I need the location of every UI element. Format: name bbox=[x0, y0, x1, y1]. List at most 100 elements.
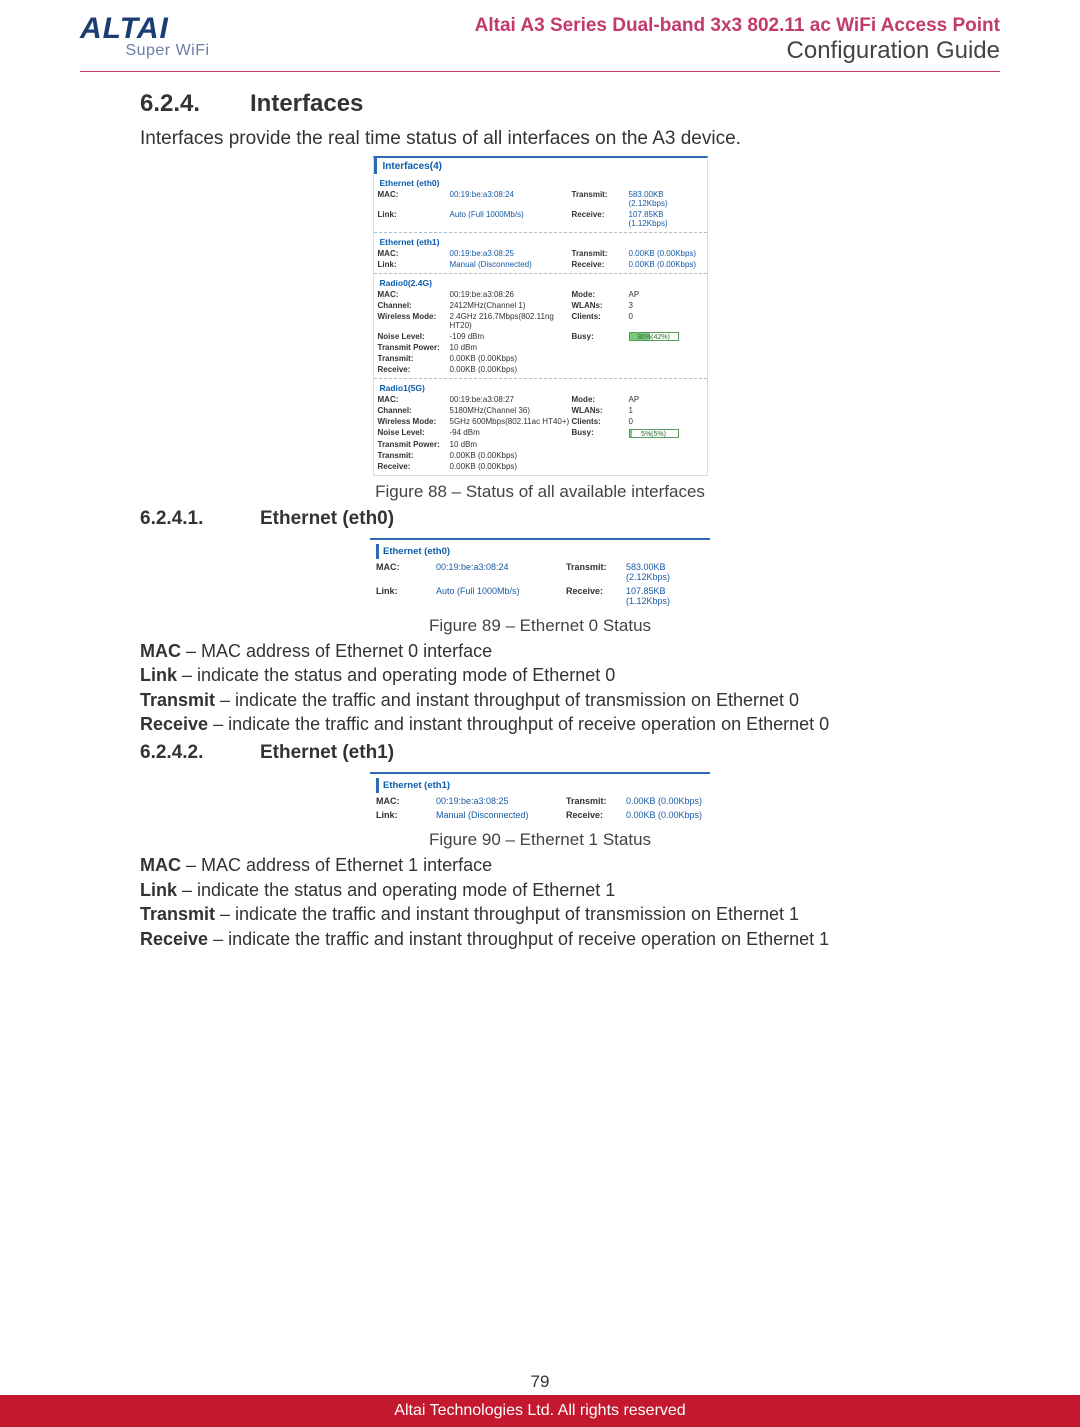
r0-wlans-label: WLANs: bbox=[572, 301, 627, 310]
r0-noise-value: -109 dBm bbox=[450, 332, 570, 341]
eth1-rx-value: 0.00KB (0.00Kbps) bbox=[629, 260, 703, 269]
p2-mac-label: MAC: bbox=[376, 796, 436, 806]
p2-mac-value: 00:19:be:a3:08:25 bbox=[436, 796, 566, 806]
r0-mac-label: MAC: bbox=[378, 290, 448, 299]
figure-90-caption: Figure 90 – Ethernet 1 Status bbox=[140, 830, 940, 850]
r0-mode-label: Mode: bbox=[572, 290, 627, 299]
r1-busy-value: 5%(5%) bbox=[629, 428, 703, 437]
r0-wmode-label: Wireless Mode: bbox=[378, 312, 448, 330]
p1-tx-value: 583.00KB (2.12Kbps) bbox=[626, 562, 704, 582]
page-header: ALTAI Super WiFi Altai A3 Series Dual-ba… bbox=[80, 15, 1000, 72]
subsection-2-heading: 6.2.4.2.Ethernet (eth1) bbox=[140, 742, 940, 764]
r1-busy-bar: 5%(5%) bbox=[629, 429, 679, 438]
r0-rx-label: Receive: bbox=[378, 365, 448, 374]
block-title-radio0: Radio0(2.4G) bbox=[378, 276, 703, 290]
header-title-line1: Altai A3 Series Dual-band 3x3 802.11 ac … bbox=[475, 15, 1000, 37]
r1-mode-value: AP bbox=[629, 395, 703, 404]
panel-block-eth0: Ethernet (eth0) MAC: 00:19:be:a3:08:24 T… bbox=[374, 174, 707, 232]
interfaces-panel-title: Interfaces(4) bbox=[374, 158, 707, 174]
p2-tx-value: 0.00KB (0.00Kbps) bbox=[626, 796, 704, 806]
r0-busy-label: Busy: bbox=[572, 332, 627, 341]
eth0-rx-value: 107.85KB (1.12Kbps) bbox=[629, 210, 703, 228]
r1-clients-label: Clients: bbox=[572, 417, 627, 426]
r0-tx-value: 0.00KB (0.00Kbps) bbox=[450, 354, 570, 363]
r1-chan-value: 5180MHz(Channel 36) bbox=[450, 406, 570, 415]
r0-busy-value: 36%(42%) bbox=[629, 332, 703, 341]
r1-tx-value: 0.00KB (0.00Kbps) bbox=[450, 451, 570, 460]
eth1-link-value: Manual (Disconnected) bbox=[450, 260, 570, 269]
eth1-mac-label: MAC: bbox=[378, 249, 448, 258]
figure-88-caption: Figure 88 – Status of all available inte… bbox=[140, 482, 940, 502]
p1-mac-value: 00:19:be:a3:08:24 bbox=[436, 562, 566, 582]
p1-mac-label: MAC: bbox=[376, 562, 436, 582]
desc2-rx: – indicate the traffic and instant throu… bbox=[208, 929, 829, 949]
eth0-status-panel: Ethernet (eth0) MAC: 00:19:be:a3:08:24 T… bbox=[370, 538, 710, 612]
r1-noise-value: -94 dBm bbox=[450, 428, 570, 437]
subsection-2-number: 6.2.4.2. bbox=[140, 742, 260, 764]
eth1-description: MAC – MAC address of Ethernet 1 interfac… bbox=[140, 854, 940, 951]
desc2-link: – indicate the status and operating mode… bbox=[177, 880, 615, 900]
p1-link-value: Auto (Full 1000Mb/s) bbox=[436, 586, 566, 606]
r1-mode-label: Mode: bbox=[572, 395, 627, 404]
r0-chan-value: 2412MHz(Channel 1) bbox=[450, 301, 570, 310]
r1-tx-label: Transmit: bbox=[378, 451, 448, 460]
r1-mac-value: 00:19:be:a3:08:27 bbox=[450, 395, 570, 404]
r1-mac-label: MAC: bbox=[378, 395, 448, 404]
eth0-link-value: Auto (Full 1000Mb/s) bbox=[450, 210, 570, 228]
r1-noise-label: Noise Level: bbox=[378, 428, 448, 437]
desc1-tx-b: Transmit bbox=[140, 690, 215, 710]
r0-txpwr-value: 10 dBm bbox=[450, 343, 570, 352]
r1-clients-value: 0 bbox=[629, 417, 703, 426]
r1-txpwr-value: 10 dBm bbox=[450, 440, 570, 449]
r0-clients-label: Clients: bbox=[572, 312, 627, 330]
section-intro: Interfaces provide the real time status … bbox=[140, 128, 940, 150]
page-number: 79 bbox=[0, 1372, 1080, 1395]
eth0-panel-title: Ethernet (eth0) bbox=[376, 544, 704, 559]
r1-wlans-value: 1 bbox=[629, 406, 703, 415]
r1-rx-value: 0.00KB (0.00Kbps) bbox=[450, 462, 570, 471]
r0-chan-label: Channel: bbox=[378, 301, 448, 310]
panel-block-radio1: Radio1(5G) MAC: 00:19:be:a3:08:27 Mode: … bbox=[374, 378, 707, 474]
r0-txpwr-label: Transmit Power: bbox=[378, 343, 448, 352]
r1-rx-label: Receive: bbox=[378, 462, 448, 471]
r1-wmode-label: Wireless Mode: bbox=[378, 417, 448, 426]
eth0-description: MAC – MAC address of Ethernet 0 interfac… bbox=[140, 640, 940, 737]
eth1-tx-value: 0.00KB (0.00Kbps) bbox=[629, 249, 703, 258]
p2-link-label: Link: bbox=[376, 810, 436, 820]
eth1-status-panel: Ethernet (eth1) MAC: 00:19:be:a3:08:25 T… bbox=[370, 772, 710, 826]
p1-rx-value: 107.85KB (1.12Kbps) bbox=[626, 586, 704, 606]
r0-tx-label: Transmit: bbox=[378, 354, 448, 363]
logo-text: ALTAI bbox=[80, 15, 255, 42]
r0-mac-value: 00:19:be:a3:08:26 bbox=[450, 290, 570, 299]
subsection-2-title: Ethernet (eth1) bbox=[260, 742, 394, 763]
desc2-link-b: Link bbox=[140, 880, 177, 900]
desc2-mac-b: MAC bbox=[140, 855, 181, 875]
block-title-eth1: Ethernet (eth1) bbox=[378, 235, 703, 249]
p2-rx-label: Receive: bbox=[566, 810, 626, 820]
p2-tx-label: Transmit: bbox=[566, 796, 626, 806]
subsection-1-number: 6.2.4.1. bbox=[140, 508, 260, 530]
interfaces-panel: Interfaces(4) Ethernet (eth0) MAC: 00:19… bbox=[373, 156, 708, 476]
p2-link-value: Manual (Disconnected) bbox=[436, 810, 566, 820]
panel-block-radio0: Radio0(2.4G) MAC: 00:19:be:a3:08:26 Mode… bbox=[374, 273, 707, 378]
header-title-line2: Configuration Guide bbox=[475, 37, 1000, 65]
r1-chan-label: Channel: bbox=[378, 406, 448, 415]
p1-tx-label: Transmit: bbox=[566, 562, 626, 582]
desc1-tx: – indicate the traffic and instant throu… bbox=[215, 690, 799, 710]
desc2-tx-b: Transmit bbox=[140, 904, 215, 924]
eth1-tx-label: Transmit: bbox=[572, 249, 627, 258]
subsection-1-heading: 6.2.4.1.Ethernet (eth0) bbox=[140, 508, 940, 530]
r1-wmode-value: 5GHz 600Mbps(802.11ac HT40+) bbox=[450, 417, 570, 426]
eth0-mac-label: MAC: bbox=[378, 190, 448, 208]
r1-wlans-label: WLANs: bbox=[572, 406, 627, 415]
p1-rx-label: Receive: bbox=[566, 586, 626, 606]
eth1-mac-value: 00:19:be:a3:08:25 bbox=[450, 249, 570, 258]
desc1-rx-b: Receive bbox=[140, 714, 208, 734]
r0-clients-value: 0 bbox=[629, 312, 703, 330]
p2-rx-value: 0.00KB (0.00Kbps) bbox=[626, 810, 704, 820]
block-title-eth0: Ethernet (eth0) bbox=[378, 176, 703, 190]
r0-noise-label: Noise Level: bbox=[378, 332, 448, 341]
section-heading: 6.2.4.Interfaces bbox=[140, 90, 940, 118]
desc1-mac-b: MAC bbox=[140, 641, 181, 661]
desc2-rx-b: Receive bbox=[140, 929, 208, 949]
